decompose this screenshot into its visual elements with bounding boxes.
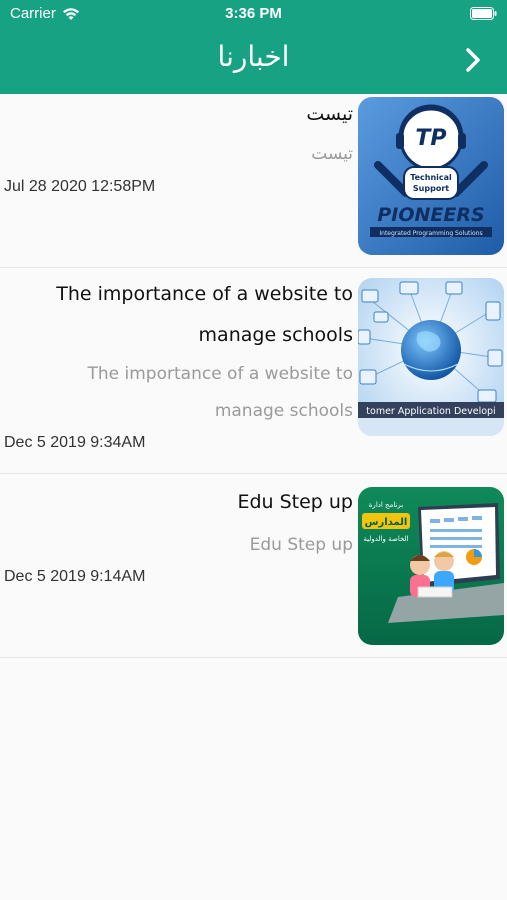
svg-text:tomer Application Developi: tomer Application Developi <box>366 406 495 417</box>
battery-icon <box>470 7 497 20</box>
header: Carrier 3:36 PM اخبارنا <box>0 0 507 94</box>
status-time: 3:36 PM <box>225 5 282 22</box>
school-program-kids-laptop-illustration: برنامج ادارة المدارس الخاصة والدولية <box>358 487 504 645</box>
svg-text:Integrated Programming Solutio: Integrated Programming Solutions <box>379 230 482 237</box>
status-bar: Carrier 3:36 PM <box>0 0 507 30</box>
chevron-right-icon <box>466 48 480 72</box>
svg-text:TP: TP <box>415 126 446 151</box>
svg-text:الخاصة والدولية: الخاصة والدولية <box>363 535 408 543</box>
news-date: Jul 28 2020 12:58PM <box>4 178 156 195</box>
globe-network-illustration: tomer Application Developi <box>358 278 504 436</box>
page-title: اخبارنا <box>217 40 290 73</box>
news-title: Edu Step up <box>237 491 353 513</box>
svg-text:Technical: Technical <box>410 173 452 182</box>
news-date: Dec 5 2019 9:14AM <box>4 568 146 585</box>
news-item[interactable]: Edu Step up Edu Step up Dec 5 2019 9:14A… <box>0 474 507 658</box>
news-date: Dec 5 2019 9:34AM <box>4 434 146 451</box>
pioneers-technical-support-logo: TP Technical Support PIONEERS Integrated… <box>358 97 504 255</box>
news-title: The importance of a website to manage sc… <box>56 283 353 346</box>
svg-text:برنامج ادارة: برنامج ادارة <box>369 501 403 509</box>
news-thumbnail[interactable]: برنامج ادارة المدارس الخاصة والدولية <box>358 487 504 645</box>
news-subtitle: تيست <box>311 144 353 164</box>
news-subtitle: Edu Step up <box>249 535 353 555</box>
news-item[interactable]: The importance of a website to manage sc… <box>0 268 507 474</box>
news-thumbnail[interactable]: tomer Application Developi <box>358 278 504 436</box>
svg-text:Support: Support <box>413 184 449 193</box>
svg-text:PIONEERS: PIONEERS <box>377 204 484 226</box>
svg-text:المدارس: المدارس <box>365 517 408 528</box>
news-list: تيست تيست Jul 28 2020 12:58PM TP Technic… <box>0 94 507 658</box>
news-thumbnail[interactable]: TP Technical Support PIONEERS Integrated… <box>358 97 504 255</box>
news-item[interactable]: تيست تيست Jul 28 2020 12:58PM TP Technic… <box>0 94 507 268</box>
back-button[interactable] <box>461 45 485 75</box>
news-subtitle: The importance of a website to manage sc… <box>87 364 354 421</box>
news-title: تيست <box>306 103 353 125</box>
